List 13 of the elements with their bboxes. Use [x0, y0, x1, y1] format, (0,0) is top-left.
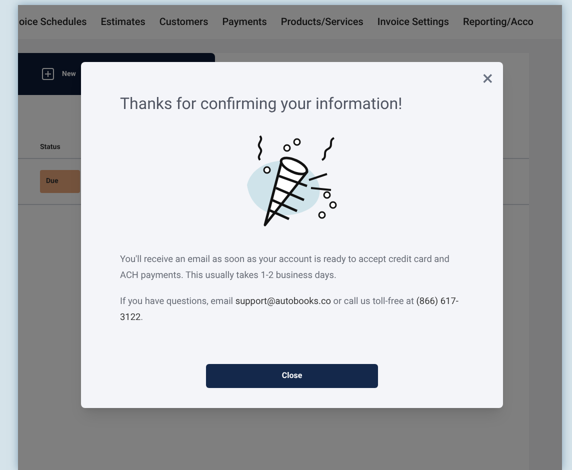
info-paragraph: If you have questions, email support@autobooks.co or call us toll-free at (866) 617-3122.: [120, 295, 460, 325]
close-button[interactable]: Close: [206, 364, 378, 388]
plus-square-icon[interactable]: [42, 68, 54, 80]
email-link[interactable]: support@autobooks.co: [235, 296, 332, 307]
nav-link[interactable]: Invoice Settings: [377, 14, 449, 30]
dialog-title: Thanks for confirming your information!: [120, 93, 402, 115]
nav-link[interactable]: Customers: [159, 14, 208, 30]
nav-link[interactable]: Reporting/Acco: [462, 14, 534, 30]
nav-link[interactable]: Payments: [222, 14, 267, 30]
nav-link[interactable]: oice Schedules: [19, 14, 87, 30]
nav-link[interactable]: Products/Services: [280, 14, 364, 30]
nav-link[interactable]: Estimates: [100, 14, 146, 30]
info-paragraph: You'll receive an email as soon as your account is ready to accept credit card and ACH payments. This usually takes 1-2 business days.: [120, 253, 450, 283]
